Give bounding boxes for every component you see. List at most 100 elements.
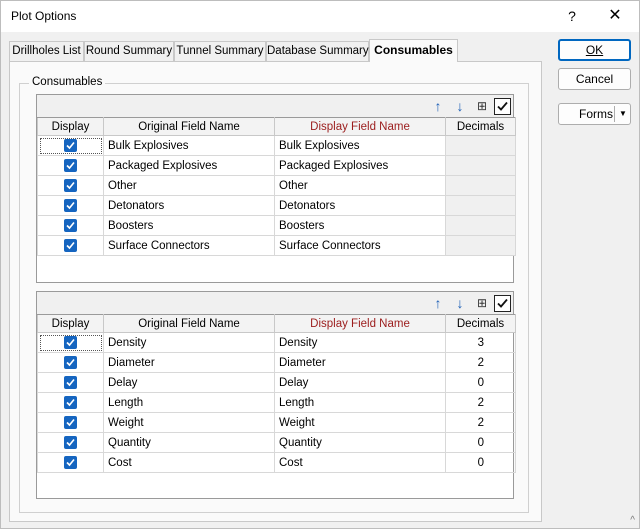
table-row[interactable]: Delay Delay 0 — [37, 372, 516, 393]
tab-database-summary[interactable]: Database Summary — [266, 41, 369, 61]
forms-dropdown-icon[interactable]: ▼ — [619, 104, 627, 124]
move-up-icon[interactable]: ↑ — [429, 97, 447, 115]
tab-tunnel-summary[interactable]: Tunnel Summary — [174, 41, 266, 61]
column-display-field-name[interactable]: Display Field Name — [274, 117, 446, 136]
table-row[interactable]: Bulk Explosives Bulk Explosives — [37, 135, 516, 156]
decimals-cell[interactable]: 2 — [445, 352, 516, 373]
decimals-cell — [445, 155, 516, 176]
table-row[interactable]: Other Other — [37, 175, 516, 196]
help-button[interactable]: ? — [557, 5, 587, 27]
resize-grip-icon[interactable]: ^ — [630, 515, 635, 526]
table-row[interactable]: Surface Connectors Surface Connectors — [37, 235, 516, 256]
tab-drillholes-list[interactable]: Drillholes List — [9, 41, 84, 61]
display-cell[interactable] — [37, 175, 104, 196]
display-cell[interactable] — [37, 135, 104, 156]
decimals-cell[interactable]: 0 — [445, 452, 516, 473]
select-all-checkbox[interactable] — [494, 98, 511, 115]
add-columns-icon[interactable]: ⊞ — [473, 97, 491, 115]
add-columns-icon[interactable]: ⊞ — [473, 294, 491, 312]
display-checkbox[interactable] — [64, 456, 77, 469]
column-display[interactable]: Display — [37, 117, 104, 136]
forms-button[interactable]: Forms ▼ — [558, 103, 631, 125]
title-bar: Plot Options ? ✕ — [1, 1, 639, 32]
table-row[interactable]: Boosters Boosters — [37, 215, 516, 236]
table-row[interactable]: Quantity Quantity 0 — [37, 432, 516, 453]
display-cell[interactable] — [37, 332, 104, 353]
display-field-name-cell[interactable]: Other — [274, 175, 446, 196]
display-cell[interactable] — [37, 372, 104, 393]
move-down-icon[interactable]: ↓ — [451, 294, 469, 312]
decimals-cell[interactable]: 2 — [445, 392, 516, 413]
column-decimals[interactable]: Decimals — [445, 117, 516, 136]
move-down-icon[interactable]: ↓ — [451, 97, 469, 115]
empty-row — [38, 256, 516, 276]
column-display[interactable]: Display — [37, 314, 104, 333]
original-field-name-cell: Cost — [103, 452, 275, 473]
tab-round-summary[interactable]: Round Summary — [84, 41, 174, 61]
close-icon[interactable]: ✕ — [600, 5, 630, 27]
display-field-name-cell[interactable]: Delay — [274, 372, 446, 393]
header-row: Display Original Field Name Display Fiel… — [37, 117, 516, 136]
display-checkbox[interactable] — [64, 356, 77, 369]
display-checkbox[interactable] — [64, 239, 77, 252]
table-row[interactable]: Density Density 3 — [37, 332, 516, 353]
decimals-cell[interactable]: 0 — [445, 372, 516, 393]
table-row[interactable]: Weight Weight 2 — [37, 412, 516, 433]
display-checkbox[interactable] — [64, 179, 77, 192]
table-row[interactable]: Cost Cost 0 — [37, 452, 516, 473]
move-up-icon[interactable]: ↑ — [429, 294, 447, 312]
display-checkbox[interactable] — [64, 159, 77, 172]
display-field-name-cell[interactable]: Diameter — [274, 352, 446, 373]
decimals-cell[interactable]: 2 — [445, 412, 516, 433]
original-field-name-cell: Bulk Explosives — [103, 135, 275, 156]
display-field-name-cell[interactable]: Detonators — [274, 195, 446, 216]
display-cell[interactable] — [37, 155, 104, 176]
original-field-name-cell: Delay — [103, 372, 275, 393]
display-cell[interactable] — [37, 412, 104, 433]
display-field-name-cell[interactable]: Cost — [274, 452, 446, 473]
display-field-name-cell[interactable]: Packaged Explosives — [274, 155, 446, 176]
display-field-name-cell[interactable]: Boosters — [274, 215, 446, 236]
display-field-name-cell[interactable]: Surface Connectors — [274, 235, 446, 256]
table-row[interactable]: Diameter Diameter 2 — [37, 352, 516, 373]
display-field-name-cell[interactable]: Density — [274, 332, 446, 353]
header-row: Display Original Field Name Display Fiel… — [37, 314, 516, 333]
display-checkbox[interactable] — [64, 199, 77, 212]
original-field-name-cell: Length — [103, 392, 275, 413]
table-row[interactable]: Detonators Detonators — [37, 195, 516, 216]
display-cell[interactable] — [37, 235, 104, 256]
display-checkbox[interactable] — [64, 416, 77, 429]
display-field-name-cell[interactable]: Length — [274, 392, 446, 413]
decimals-cell[interactable]: 0 — [445, 432, 516, 453]
ok-button[interactable]: OK — [558, 39, 631, 61]
display-checkbox[interactable] — [64, 396, 77, 409]
display-checkbox[interactable] — [64, 219, 77, 232]
column-original-field-name[interactable]: Original Field Name — [103, 314, 275, 333]
display-field-name-cell[interactable]: Weight — [274, 412, 446, 433]
display-checkbox[interactable] — [64, 376, 77, 389]
cancel-button[interactable]: Cancel — [558, 68, 631, 90]
display-checkbox[interactable] — [64, 436, 77, 449]
column-display-field-name[interactable]: Display Field Name — [274, 314, 446, 333]
select-all-checkbox[interactable] — [494, 295, 511, 312]
display-checkbox[interactable] — [64, 336, 77, 349]
empty-cell — [446, 256, 516, 276]
display-field-name-cell[interactable]: Quantity — [274, 432, 446, 453]
column-decimals[interactable]: Decimals — [445, 314, 516, 333]
original-field-name-cell: Packaged Explosives — [103, 155, 275, 176]
decimals-cell — [445, 135, 516, 156]
tab-consumables[interactable]: Consumables — [369, 39, 458, 62]
table-row[interactable]: Packaged Explosives Packaged Explosives — [37, 155, 516, 176]
display-checkbox[interactable] — [64, 139, 77, 152]
display-cell[interactable] — [37, 432, 104, 453]
decimals-cell[interactable]: 3 — [445, 332, 516, 353]
display-cell[interactable] — [37, 392, 104, 413]
display-cell[interactable] — [37, 452, 104, 473]
display-field-name-cell[interactable]: Bulk Explosives — [274, 135, 446, 156]
display-cell[interactable] — [37, 352, 104, 373]
table-row[interactable]: Length Length 2 — [37, 392, 516, 413]
decimals-cell — [445, 175, 516, 196]
column-original-field-name[interactable]: Original Field Name — [103, 117, 275, 136]
display-cell[interactable] — [37, 215, 104, 236]
display-cell[interactable] — [37, 195, 104, 216]
